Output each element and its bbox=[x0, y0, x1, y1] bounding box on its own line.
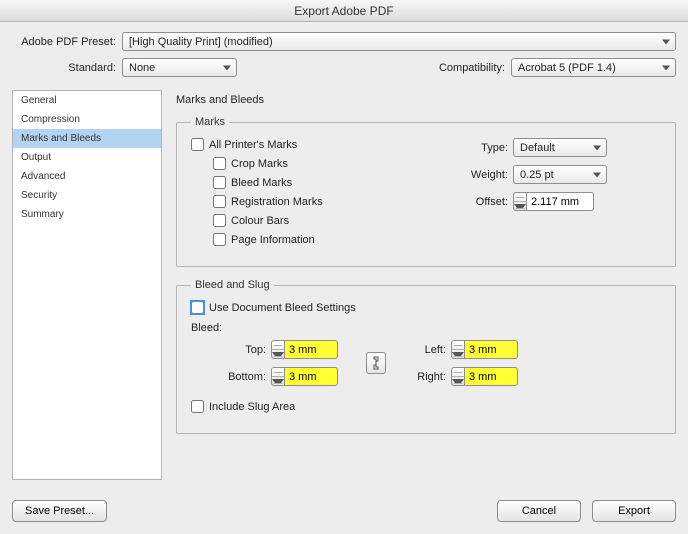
category-sidebar: GeneralCompressionMarks and BleedsOutput… bbox=[12, 90, 162, 480]
compat-select[interactable]: Acrobat 5 (PDF 1.4) bbox=[511, 58, 676, 77]
top-form: Adobe PDF Preset: [High Quality Print] (… bbox=[0, 22, 688, 90]
cancel-button[interactable]: Cancel bbox=[497, 500, 581, 522]
save-preset-button[interactable]: Save Preset... bbox=[12, 500, 107, 522]
bleed-bottom-spin-buttons[interactable] bbox=[271, 367, 284, 386]
bleed-right-spin-up[interactable] bbox=[452, 368, 464, 377]
weight-value: 0.25 pt bbox=[520, 169, 554, 181]
offset-input[interactable] bbox=[526, 192, 594, 211]
type-label: Type: bbox=[461, 142, 513, 154]
weight-label: Weight: bbox=[461, 169, 513, 181]
bleed-top-stepper[interactable] bbox=[271, 340, 361, 359]
offset-spin-up[interactable] bbox=[514, 193, 526, 202]
bleed-bottom-input[interactable] bbox=[284, 367, 338, 386]
offset-label: Offset: bbox=[461, 196, 513, 208]
export-button[interactable]: Export bbox=[592, 500, 676, 522]
sidebar-item-marks-and-bleeds[interactable]: Marks and Bleeds bbox=[13, 129, 161, 148]
include-slug-label: Include Slug Area bbox=[209, 401, 295, 413]
sidebar-item-general[interactable]: General bbox=[13, 91, 161, 110]
bleed-right-stepper[interactable] bbox=[451, 367, 541, 386]
all-printers-label: All Printer's Marks bbox=[209, 139, 297, 151]
bleed-right-spin-down[interactable] bbox=[452, 377, 464, 385]
sidebar-item-output[interactable]: Output bbox=[13, 148, 161, 167]
compat-value: Acrobat 5 (PDF 1.4) bbox=[518, 62, 616, 74]
bleed-marks-checkbox[interactable] bbox=[213, 176, 226, 189]
bleed-top-input[interactable] bbox=[284, 340, 338, 359]
bleed-bottom-stepper[interactable] bbox=[271, 367, 361, 386]
bleed-bottom-spin-down[interactable] bbox=[272, 377, 284, 385]
bleed-right-input[interactable] bbox=[464, 367, 518, 386]
bleed-left-spin-up[interactable] bbox=[452, 341, 464, 350]
bleed-left-input[interactable] bbox=[464, 340, 518, 359]
standard-value: None bbox=[129, 62, 155, 74]
use-document-bleed-label: Use Document Bleed Settings bbox=[209, 302, 356, 314]
bleed-right-label: Right: bbox=[391, 371, 451, 383]
bleed-top-spin-up[interactable] bbox=[272, 341, 284, 350]
preset-label: Adobe PDF Preset: bbox=[12, 36, 122, 48]
offset-spin-down[interactable] bbox=[514, 202, 526, 210]
bleed-left-stepper[interactable] bbox=[451, 340, 541, 359]
compat-label: Compatibility: bbox=[439, 62, 511, 74]
bleed-bottom-spin-up[interactable] bbox=[272, 368, 284, 377]
bleed-label: Bleed: bbox=[191, 322, 661, 334]
standard-label: Standard: bbox=[12, 62, 122, 74]
all-printers-checkbox[interactable] bbox=[191, 138, 204, 151]
page-info-label: Page Information bbox=[231, 234, 315, 246]
offset-stepper[interactable] bbox=[513, 192, 594, 211]
sidebar-item-compression[interactable]: Compression bbox=[13, 110, 161, 129]
standard-select[interactable]: None bbox=[122, 58, 237, 77]
crop-marks-checkbox[interactable] bbox=[213, 157, 226, 170]
page-info-checkbox[interactable] bbox=[213, 233, 226, 246]
bleed-top-spin-down[interactable] bbox=[272, 350, 284, 358]
link-bleed-icon[interactable] bbox=[366, 352, 386, 374]
sidebar-item-security[interactable]: Security bbox=[13, 186, 161, 205]
bleed-left-label: Left: bbox=[391, 344, 451, 356]
colour-bars-checkbox[interactable] bbox=[213, 214, 226, 227]
preset-value: [High Quality Print] (modified) bbox=[129, 36, 273, 48]
marks-group: Marks All Printer's Marks Crop Marks Ble… bbox=[176, 116, 676, 267]
use-document-bleed-checkbox[interactable] bbox=[191, 301, 204, 314]
registration-marks-label: Registration Marks bbox=[231, 196, 323, 208]
offset-spin-buttons[interactable] bbox=[513, 192, 526, 211]
colour-bars-label: Colour Bars bbox=[231, 215, 289, 227]
window-title: Export Adobe PDF bbox=[0, 0, 688, 22]
include-slug-checkbox[interactable] bbox=[191, 400, 204, 413]
bleed-top-label: Top: bbox=[211, 344, 271, 356]
bleed-left-spin-buttons[interactable] bbox=[451, 340, 464, 359]
bleed-right-spin-buttons[interactable] bbox=[451, 367, 464, 386]
registration-marks-checkbox[interactable] bbox=[213, 195, 226, 208]
bleed-slug-legend: Bleed and Slug bbox=[191, 279, 274, 291]
preset-select[interactable]: [High Quality Print] (modified) bbox=[122, 32, 676, 51]
bleed-marks-label: Bleed Marks bbox=[231, 177, 292, 189]
bleed-top-spin-buttons[interactable] bbox=[271, 340, 284, 359]
weight-select[interactable]: 0.25 pt bbox=[513, 165, 607, 184]
bleed-bottom-label: Bottom: bbox=[211, 371, 271, 383]
bleed-slug-group: Bleed and Slug Use Document Bleed Settin… bbox=[176, 279, 676, 434]
panel-title: Marks and Bleeds bbox=[176, 90, 676, 116]
crop-marks-label: Crop Marks bbox=[231, 158, 288, 170]
marks-type-value: Default bbox=[520, 142, 555, 154]
sidebar-item-summary[interactable]: Summary bbox=[13, 205, 161, 224]
marks-type-select[interactable]: Default bbox=[513, 138, 607, 157]
sidebar-item-advanced[interactable]: Advanced bbox=[13, 167, 161, 186]
marks-legend: Marks bbox=[191, 116, 229, 128]
bleed-left-spin-down[interactable] bbox=[452, 350, 464, 358]
